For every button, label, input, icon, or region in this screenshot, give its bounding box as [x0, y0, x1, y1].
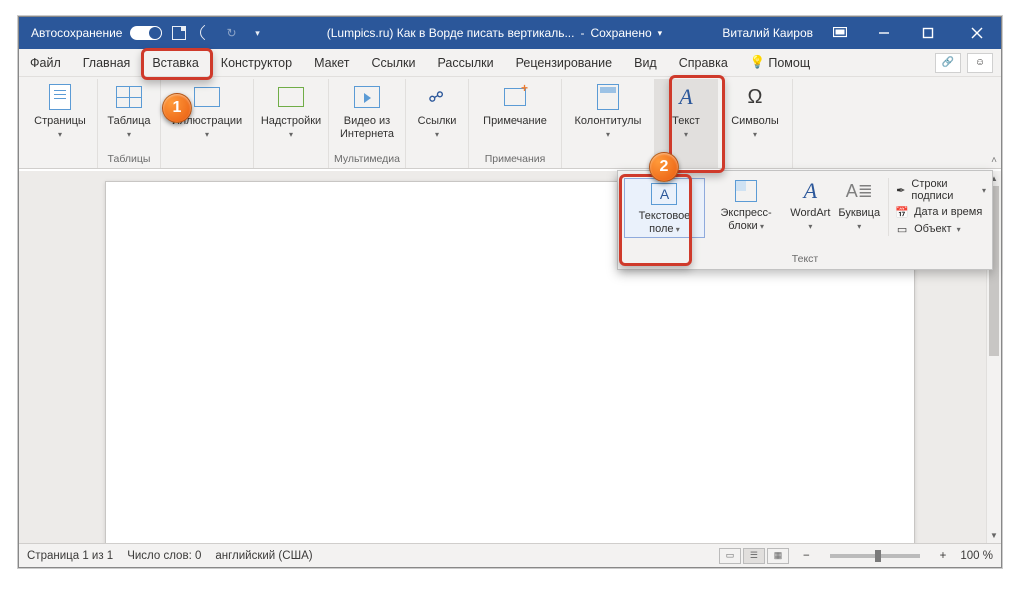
- table-button[interactable]: Таблица: [103, 79, 155, 140]
- zoom-in-button[interactable]: +: [940, 550, 947, 562]
- tab-insert[interactable]: Вставка: [141, 49, 209, 76]
- badge-1: 1: [162, 93, 192, 123]
- zoom-slider[interactable]: [830, 554, 920, 558]
- tab-mailings[interactable]: Рассылки: [426, 49, 504, 76]
- text-button[interactable]: A Текст: [660, 79, 712, 140]
- date-time-button[interactable]: 📅Дата и время: [895, 205, 986, 219]
- tab-home[interactable]: Главная: [72, 49, 142, 76]
- undo-icon[interactable]: [196, 24, 214, 42]
- close-button[interactable]: [955, 21, 999, 45]
- text-group-label: Текст: [618, 251, 992, 269]
- online-video-button[interactable]: Видео из Интернета: [335, 79, 399, 140]
- view-focus-icon[interactable]: ▭: [719, 548, 741, 564]
- tab-layout[interactable]: Макет: [303, 49, 360, 76]
- dropcap-button[interactable]: A≣ Буквица: [835, 178, 883, 232]
- ribbon-tabs: Файл Главная Вставка Конструктор Макет С…: [19, 49, 1001, 77]
- autosave-toggle[interactable]: [130, 26, 162, 40]
- qat-more-icon[interactable]: ▾: [248, 24, 266, 42]
- text-dropdown-panel: A Текстовое поле Экспресс-блоки A WordAr…: [617, 170, 993, 270]
- ribbon-display-icon[interactable]: [823, 21, 857, 45]
- group-comments: Примечание Примечания: [469, 79, 562, 168]
- view-web-icon[interactable]: ▦: [767, 548, 789, 564]
- status-pages[interactable]: Страница 1 из 1: [27, 550, 113, 562]
- zoom-out-button[interactable]: −: [803, 550, 810, 562]
- tell-me[interactable]: 💡Помощ: [739, 49, 821, 76]
- badge-2: 2: [649, 152, 679, 182]
- tab-file[interactable]: Файл: [19, 49, 72, 76]
- group-headerfooter: Колонтитулы: [562, 79, 655, 168]
- group-addins: Надстройки: [254, 79, 329, 168]
- autosave-label: Автосохранение: [31, 26, 122, 40]
- tab-review[interactable]: Рецензирование: [505, 49, 624, 76]
- zoom-level[interactable]: 100 %: [960, 550, 993, 562]
- feedback-button[interactable]: ☺: [967, 53, 993, 73]
- comment-button[interactable]: Примечание: [474, 79, 556, 128]
- tab-view[interactable]: Вид: [623, 49, 668, 76]
- tab-references[interactable]: Ссылки: [360, 49, 426, 76]
- quickparts-button[interactable]: Экспресс-блоки: [707, 178, 785, 232]
- status-language[interactable]: английский (США): [215, 550, 312, 562]
- ribbon: Страницы Таблица Таблицы Иллюстрации: [19, 77, 1001, 169]
- group-symbols: Ω Символы: [718, 79, 793, 168]
- group-tables: Таблица Таблицы: [98, 79, 161, 168]
- textbox-button[interactable]: A Текстовое поле: [624, 178, 705, 238]
- tab-design[interactable]: Конструктор: [210, 49, 303, 76]
- signature-line-button[interactable]: ✒Строки подписи: [895, 178, 986, 202]
- titlebar: Автосохранение ↻ ▾ (Lumpics.ru) Как в Во…: [19, 17, 1001, 49]
- tab-help[interactable]: Справка: [668, 49, 739, 76]
- collapse-ribbon-icon[interactable]: ˄: [991, 155, 997, 166]
- group-pages: Страницы: [23, 79, 98, 168]
- wordart-button[interactable]: A WordArt: [787, 178, 833, 232]
- headerfooter-button[interactable]: Колонтитулы: [567, 79, 649, 140]
- group-media: Видео из Интернета Мультимедиа: [329, 79, 406, 168]
- statusbar: Страница 1 из 1 Число слов: 0 английский…: [19, 543, 1001, 567]
- maximize-button[interactable]: [911, 21, 945, 45]
- object-button[interactable]: ▭Объект: [895, 222, 986, 236]
- symbols-button[interactable]: Ω Символы: [723, 79, 787, 140]
- links-button[interactable]: ⚯ Ссылки: [411, 79, 463, 140]
- minimize-button[interactable]: [867, 21, 901, 45]
- group-links: ⚯ Ссылки: [406, 79, 469, 168]
- redo-icon[interactable]: ↻: [222, 24, 240, 42]
- status-words[interactable]: Число слов: 0: [127, 550, 201, 562]
- doc-title: (Lumpics.ru) Как в Ворде писать вертикал…: [327, 26, 575, 40]
- save-state: Сохранено: [590, 26, 651, 40]
- word-window: Автосохранение ↻ ▾ (Lumpics.ru) Как в Во…: [18, 16, 1002, 568]
- user-name: Виталий Каиров: [722, 26, 813, 40]
- view-print-icon[interactable]: ☰: [743, 548, 765, 564]
- pages-button[interactable]: Страницы: [28, 79, 92, 140]
- share-button[interactable]: 🔗: [935, 53, 961, 73]
- addins-button[interactable]: Надстройки: [259, 79, 323, 140]
- save-icon[interactable]: [170, 24, 188, 42]
